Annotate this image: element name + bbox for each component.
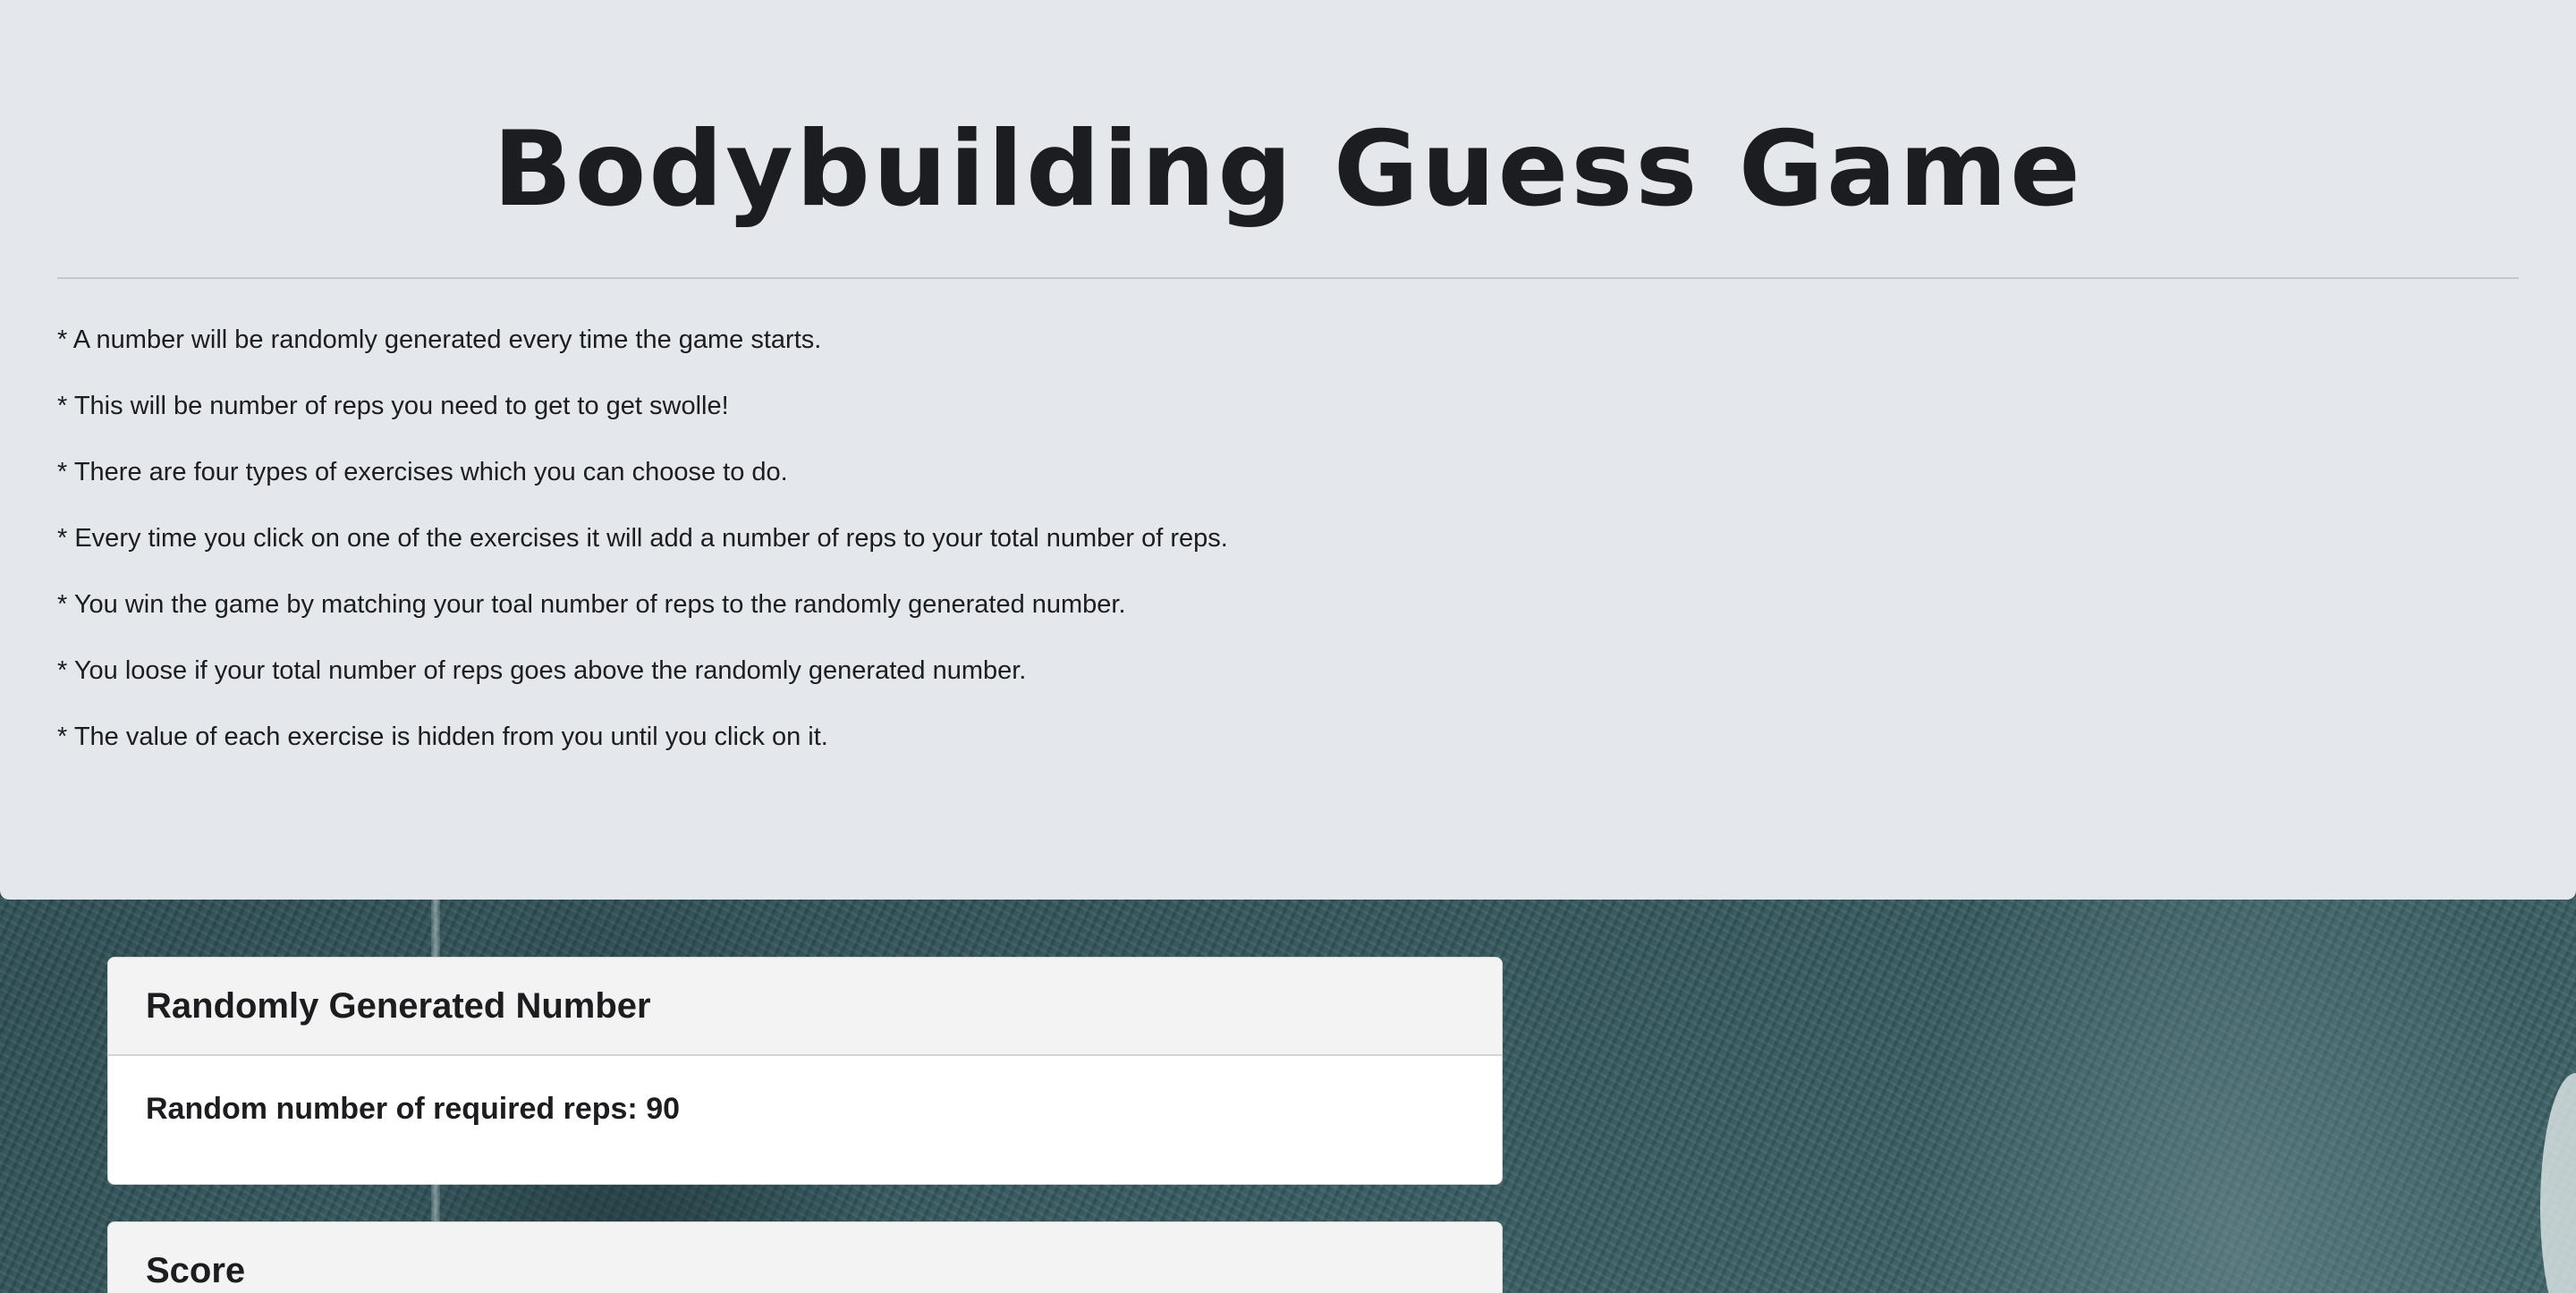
- rules-list: * A number will be randomly generated ev…: [57, 324, 2519, 787]
- title-divider: [57, 277, 2519, 279]
- rule-item: * The value of each exercise is hidden f…: [57, 723, 828, 751]
- rule-item: * This will be number of reps you need t…: [57, 392, 729, 420]
- intro-panel: Bodybuilding Guess Game * A number will …: [0, 0, 2576, 900]
- rule-item: * You win the game by matching your toal…: [57, 590, 1126, 619]
- random-number-card-title: Randomly Generated Number: [108, 958, 1502, 1056]
- score-card: Score: [107, 1221, 1503, 1293]
- rule-item: * A number will be randomly generated ev…: [57, 325, 822, 354]
- required-reps-value: 90: [646, 1092, 681, 1126]
- score-card-title: Score: [108, 1222, 1502, 1293]
- rule-item: * You loose if your total number of reps…: [57, 656, 1027, 685]
- page-title: Bodybuilding Guess Game: [493, 109, 2083, 230]
- required-reps-label: Random number of required reps:: [146, 1092, 647, 1126]
- random-number-card: Randomly Generated Number Random number …: [107, 957, 1503, 1185]
- rule-item: * Every time you click on one of the exe…: [57, 524, 1228, 553]
- random-number-card-body: Random number of required reps: 90: [108, 1056, 1502, 1183]
- background-image-curve: [2540, 1073, 2576, 1293]
- rule-item: * There are four types of exercises whic…: [57, 458, 788, 486]
